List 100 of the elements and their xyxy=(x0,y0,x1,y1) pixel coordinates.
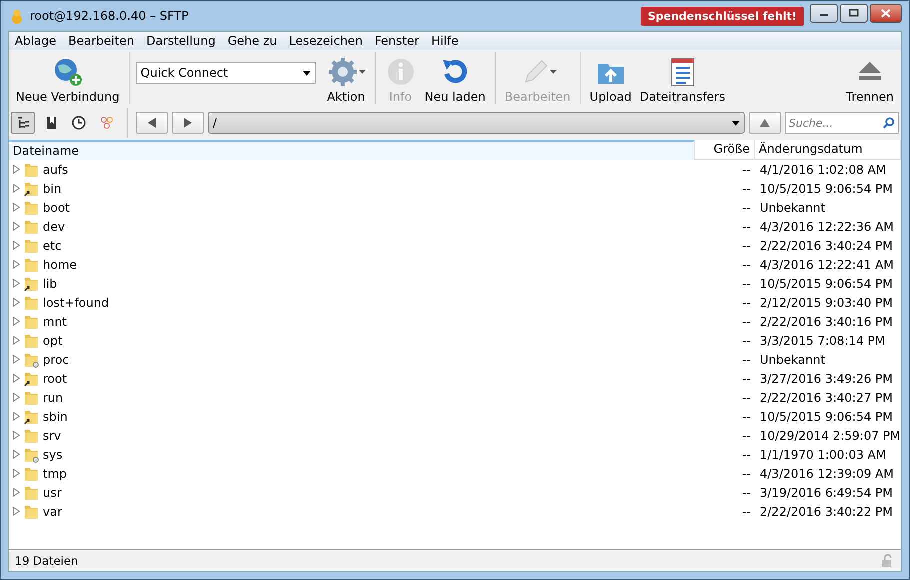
file-name[interactable]: opt xyxy=(43,334,63,348)
folder-icon xyxy=(24,484,39,500)
expand-arrow-icon[interactable] xyxy=(13,222,20,231)
table-cell-text: 2/22/2016 3:40:27 PM xyxy=(759,390,894,406)
maximize-icon xyxy=(849,9,859,17)
expand-arrow-icon[interactable] xyxy=(13,412,20,421)
file-name[interactable]: sys xyxy=(43,448,63,462)
file-name[interactable]: sbin xyxy=(43,410,68,424)
toolbar-button[interactable]: Aktion xyxy=(324,56,369,104)
expand-arrow-icon[interactable] xyxy=(13,241,20,250)
search-icon xyxy=(883,117,895,129)
folder-icon xyxy=(24,314,39,330)
file-name[interactable]: lost+found xyxy=(43,296,110,310)
table-cell-text: -- xyxy=(741,256,752,274)
back-button[interactable] xyxy=(136,112,168,134)
file-name[interactable]: home xyxy=(43,258,78,272)
close-button[interactable] xyxy=(870,4,902,22)
folder-icon xyxy=(24,238,39,254)
table-cell-text: Unbekannt xyxy=(759,352,826,368)
expand-arrow-icon[interactable] xyxy=(13,165,20,174)
file-name[interactable]: proc xyxy=(43,352,70,366)
menu-item[interactable]: Gehe zu xyxy=(222,34,284,48)
table-cell-text: -- xyxy=(741,484,752,502)
expand-arrow-icon[interactable] xyxy=(13,260,20,269)
dropdown-arrow-icon xyxy=(550,70,558,74)
toolbar-button[interactable]: Dateitransfers xyxy=(636,56,728,104)
file-name[interactable]: boot xyxy=(43,200,70,214)
expand-arrow-icon[interactable] xyxy=(13,488,20,497)
expand-arrow-icon[interactable] xyxy=(13,203,20,212)
table-cell-text: -- xyxy=(741,276,752,292)
toolbar-button[interactable]: Neu laden xyxy=(422,56,489,104)
toolbar-button[interactable]: Trennen xyxy=(843,56,897,104)
file-name[interactable]: bin xyxy=(43,182,62,196)
path-dropdown[interactable]: / xyxy=(208,112,745,134)
folder-icon xyxy=(24,294,39,310)
expand-arrow-icon[interactable] xyxy=(13,279,20,288)
file-name[interactable]: dev xyxy=(43,220,66,234)
left-arrow-icon xyxy=(148,118,156,128)
folder-icon xyxy=(24,218,39,234)
toolbar-button[interactable]: Neue Verbindung xyxy=(13,56,123,104)
file-name[interactable]: root xyxy=(43,372,68,386)
column-header[interactable]: Dateiname xyxy=(9,140,695,160)
expand-arrow-icon[interactable] xyxy=(13,336,20,345)
folder-shortcut-icon xyxy=(24,276,39,292)
table-cell-text: 1/1/1970 1:00:03 AM xyxy=(759,446,888,464)
minimize-button[interactable] xyxy=(810,4,838,22)
expand-arrow-icon[interactable] xyxy=(13,469,20,478)
table-cell-text: -- xyxy=(741,466,752,482)
table-cell-text: -- xyxy=(741,180,752,198)
table-cell-text: -- xyxy=(741,446,752,464)
folder-shortcut-icon xyxy=(24,180,39,196)
folder-icon xyxy=(24,162,39,178)
file-name[interactable]: etc xyxy=(43,238,62,252)
file-name[interactable]: aufs xyxy=(43,162,68,176)
dropdown-arrow-icon xyxy=(358,70,366,74)
window-title: root@192.168.0.40 – SFTP xyxy=(30,9,190,23)
folder-icon xyxy=(24,504,39,520)
expand-arrow-icon[interactable] xyxy=(13,298,20,307)
menu-item[interactable]: Darstellung xyxy=(140,34,222,48)
file-name[interactable]: lib xyxy=(43,276,58,290)
expand-arrow-icon[interactable] xyxy=(13,431,20,440)
expand-arrow-icon[interactable] xyxy=(13,317,20,326)
menu-item[interactable]: Bearbeiten xyxy=(62,34,140,48)
table-cell-text: 2/12/2015 9:03:40 PM xyxy=(759,294,894,312)
quick-connect-dropdown[interactable]: Quick Connect xyxy=(136,62,316,84)
menu-item[interactable]: Hilfe xyxy=(425,34,465,48)
file-name[interactable]: srv xyxy=(43,428,62,442)
menu-item[interactable]: Fenster xyxy=(368,34,426,48)
table-cell-text: 3/27/2016 3:49:26 PM xyxy=(759,370,894,388)
toolbar-button[interactable]: Upload xyxy=(586,56,635,104)
table-cell-text: -- xyxy=(741,294,752,312)
search-field[interactable]: Suche... xyxy=(785,112,899,134)
column-header[interactable]: Änderungsdatum xyxy=(755,140,901,160)
column-header[interactable]: Größe xyxy=(695,140,755,160)
expand-arrow-icon[interactable] xyxy=(13,355,20,364)
expand-arrow-icon[interactable] xyxy=(13,374,20,383)
expand-arrow-icon[interactable] xyxy=(13,393,20,402)
file-name[interactable]: run xyxy=(43,390,64,404)
file-name[interactable]: var xyxy=(43,504,62,518)
menu-item[interactable]: Ablage xyxy=(9,34,63,48)
file-name[interactable]: mnt xyxy=(43,314,67,328)
status-text: 19 Dateien xyxy=(15,554,78,568)
file-name[interactable]: usr xyxy=(43,486,62,500)
file-name[interactable]: tmp xyxy=(43,466,68,480)
forward-button[interactable] xyxy=(172,112,204,134)
table-cell-text: -- xyxy=(741,428,752,444)
expand-arrow-icon[interactable] xyxy=(13,184,20,193)
table-cell-text: 10/5/2015 9:06:54 PM xyxy=(759,180,894,198)
maximize-button[interactable] xyxy=(840,4,868,22)
menu-item[interactable]: Lesezeichen xyxy=(283,34,369,48)
view-toggle[interactable] xyxy=(11,112,35,134)
expand-arrow-icon[interactable] xyxy=(13,507,20,516)
expand-arrow-icon[interactable] xyxy=(13,450,20,459)
folder-icon xyxy=(24,332,39,348)
table-cell-text: 4/3/2016 12:22:41 AM xyxy=(759,256,895,274)
folder-icon xyxy=(24,466,39,482)
table-cell-text: -- xyxy=(741,370,752,388)
history-icon xyxy=(72,116,86,130)
parent-folder-button[interactable] xyxy=(749,112,781,134)
warning-badge[interactable]: Spendenschlüssel fehlt! xyxy=(640,6,804,26)
